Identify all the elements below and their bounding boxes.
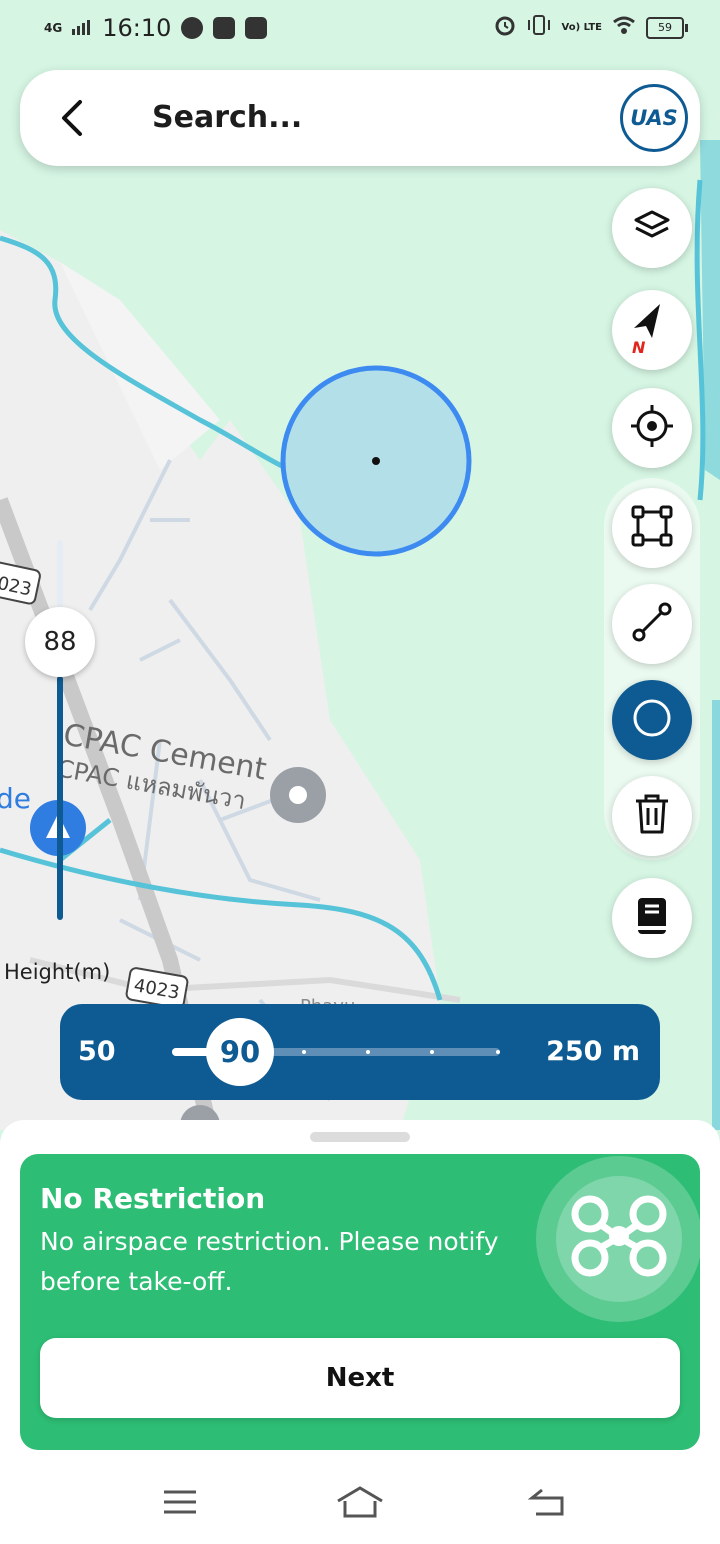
- search-bar[interactable]: Search... UAS: [20, 70, 700, 166]
- line-icon: [631, 601, 673, 647]
- flight-area-circle[interactable]: [280, 365, 472, 557]
- height-slider-knob[interactable]: 88: [25, 607, 95, 677]
- home-icon[interactable]: [330, 1482, 390, 1522]
- clock-time: 16:10: [102, 14, 172, 42]
- uas-logo-text: UAS: [630, 106, 678, 130]
- menu-icon[interactable]: [150, 1482, 210, 1522]
- book-icon: [634, 896, 670, 940]
- network-type: 4G: [44, 21, 63, 35]
- height-label: Height(m): [4, 960, 111, 984]
- alarm-icon: [494, 14, 516, 42]
- drone-badge: [536, 1156, 700, 1322]
- circle-icon: [630, 696, 674, 744]
- back-icon[interactable]: [518, 1482, 578, 1522]
- status-bar: 4G 16:10 Vo) LTE 59: [0, 0, 720, 58]
- status-description: No airspace restriction. Please notify b…: [40, 1227, 499, 1296]
- mail-icon: [213, 17, 236, 39]
- draw-circle-button[interactable]: [612, 680, 692, 760]
- search-input[interactable]: Search...: [152, 100, 302, 135]
- radius-max-label: 250 m: [546, 1036, 640, 1067]
- compass-north-label: N: [632, 338, 646, 357]
- battery-icon: 59: [646, 17, 688, 39]
- compass-button[interactable]: N: [612, 290, 692, 370]
- airspace-status-card: No Restriction No airspace restriction. …: [20, 1154, 700, 1450]
- layers-button[interactable]: [612, 188, 692, 268]
- draw-polygon-button[interactable]: [612, 488, 692, 568]
- radius-slider-panel: 50 90 250 m: [60, 1004, 660, 1100]
- radius-tick: [496, 1050, 500, 1054]
- uas-portal-logo[interactable]: UAS: [620, 84, 688, 152]
- drone-icon: [564, 1192, 674, 1286]
- polygon-icon: [630, 504, 674, 552]
- vibrate-icon: [526, 14, 552, 42]
- radius-min-label: 50: [78, 1036, 116, 1067]
- draw-line-button[interactable]: [612, 584, 692, 664]
- trash-icon: [632, 792, 672, 840]
- poi-marker-icon[interactable]: [270, 767, 326, 823]
- map-side-label: de: [0, 782, 31, 815]
- height-slider-fill: [57, 676, 63, 920]
- sheet-drag-handle[interactable]: [310, 1132, 410, 1142]
- layers-icon: [632, 206, 672, 250]
- delete-button[interactable]: [612, 776, 692, 856]
- my-location-icon: [629, 403, 675, 453]
- speed-icon: [181, 17, 204, 39]
- volte-indicator: Vo) LTE: [561, 22, 602, 33]
- guide-book-button[interactable]: [612, 878, 692, 958]
- next-button[interactable]: Next: [40, 1338, 680, 1418]
- signal-icon: [72, 16, 92, 41]
- my-location-button[interactable]: [612, 388, 692, 468]
- back-arrow-icon[interactable]: [50, 94, 98, 142]
- radius-tick: [302, 1050, 306, 1054]
- facebook-icon: [245, 17, 268, 39]
- system-nav-bar: [0, 1470, 720, 1544]
- wifi-icon: [612, 15, 636, 41]
- radius-slider-knob[interactable]: 90: [206, 1018, 274, 1086]
- status-title: No Restriction: [40, 1182, 266, 1215]
- compass-icon: N: [632, 302, 672, 358]
- radius-tick: [366, 1050, 370, 1054]
- radius-tick: [430, 1050, 434, 1054]
